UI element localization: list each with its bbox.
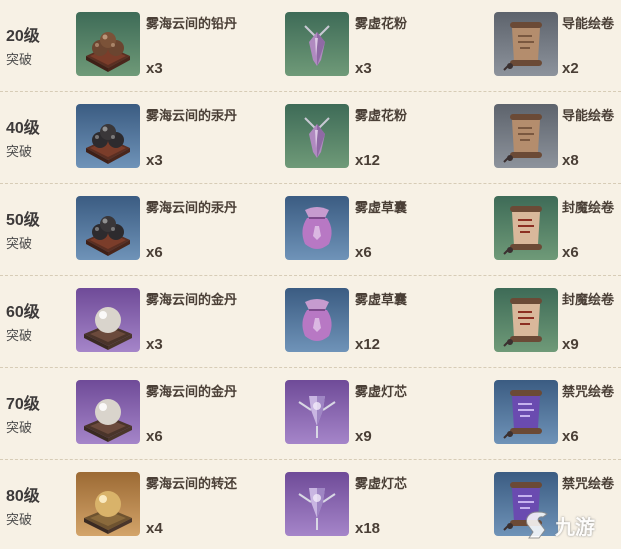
material-name: 雾虚草囊	[355, 292, 408, 307]
material-name: 导能绘卷	[562, 108, 615, 123]
material-name: 雾海云间的金丹	[146, 292, 238, 307]
material-item[interactable]: 雾海云间的金丹 x6	[76, 380, 276, 448]
gold-pill-icon	[76, 380, 140, 444]
material-count: x3	[146, 60, 163, 77]
level-cell: 60级 突破	[6, 304, 70, 344]
ascend-label: 突破	[6, 328, 33, 343]
material-item[interactable]: 雾虚草囊 x6	[285, 196, 485, 264]
ascend-label: 突破	[6, 52, 33, 67]
material-item[interactable]: 雾海云间的汞丹 x6	[76, 196, 276, 264]
material-item[interactable]: 雾海云间的转还 x4	[76, 472, 276, 540]
material-item[interactable]: 雾虚花粉 x12	[285, 104, 485, 172]
level-cell: 80级 突破	[6, 488, 70, 528]
watermark: 九游	[523, 507, 615, 543]
material-item[interactable]: 禁咒绘卷 x6	[494, 380, 621, 448]
ascension-table: 20级 突破 雾海云间的铅丹 x3 雾虚花粉 x3 导能绘卷 x2 40级 突破…	[0, 0, 621, 549]
ascend-label: 突破	[6, 144, 33, 159]
material-count: x6	[146, 428, 163, 445]
ascension-row: 70级 突破 雾海云间的金丹 x6 雾虚灯芯 x9 禁咒绘卷 x6	[0, 368, 621, 460]
material-name: 雾海云间的汞丹	[146, 108, 238, 123]
material-count: x6	[146, 244, 163, 261]
mist-wick-icon	[285, 472, 349, 536]
material-name: 导能绘卷	[562, 16, 615, 31]
material-count: x3	[146, 152, 163, 169]
ascension-row: 20级 突破 雾海云间的铅丹 x3 雾虚花粉 x3 导能绘卷 x2	[0, 0, 621, 92]
mercury-pill-icon	[76, 104, 140, 168]
material-name: 雾海云间的金丹	[146, 384, 238, 399]
material-count: x6	[562, 244, 579, 261]
material-item[interactable]: 导能绘卷 x8	[494, 104, 621, 172]
material-count: x9	[355, 428, 372, 445]
material-count: x12	[355, 152, 381, 169]
level-label: 40级	[6, 120, 40, 137]
jiuyou-logo-icon	[526, 511, 548, 539]
material-count: x9	[562, 336, 579, 353]
material-count: x3	[146, 336, 163, 353]
material-item[interactable]: 雾虚花粉 x3	[285, 12, 485, 80]
mist-wick-icon	[285, 380, 349, 444]
lead-pill-icon	[76, 12, 140, 76]
mist-pouch-icon	[285, 288, 349, 352]
mist-pollen-icon	[285, 104, 349, 168]
material-item[interactable]: 雾海云间的铅丹 x3	[76, 12, 276, 80]
material-name: 封魔绘卷	[562, 200, 615, 215]
material-name: 封魔绘卷	[562, 292, 615, 307]
material-item[interactable]: 雾虚灯芯 x9	[285, 380, 485, 448]
ascension-row: 60级 突破 雾海云间的金丹 x3 雾虚草囊 x12 封魔绘卷 x9	[0, 276, 621, 368]
mist-pouch-icon	[285, 196, 349, 260]
material-item[interactable]: 封魔绘卷 x9	[494, 288, 621, 356]
guide-scroll-icon	[494, 12, 558, 76]
mist-pollen-icon	[285, 12, 349, 76]
material-count: x6	[562, 428, 579, 445]
level-label: 80级	[6, 488, 40, 505]
material-count: x3	[355, 60, 372, 77]
material-name: 雾虚花粉	[355, 16, 408, 31]
material-count: x12	[355, 336, 381, 353]
material-name: 雾海云间的铅丹	[146, 16, 238, 31]
level-cell: 20级 突破	[6, 28, 70, 68]
level-label: 60级	[6, 304, 40, 321]
gold-pill-icon	[76, 288, 140, 352]
level-label: 50级	[6, 212, 40, 229]
material-item[interactable]: 雾海云间的金丹 x3	[76, 288, 276, 356]
material-count: x2	[562, 60, 579, 77]
material-name: 雾虚花粉	[355, 108, 408, 123]
material-item[interactable]: 雾海云间的汞丹 x3	[76, 104, 276, 172]
level-label: 20级	[6, 28, 40, 45]
material-name: 禁咒绘卷	[562, 476, 615, 491]
material-name: 雾海云间的转还	[146, 476, 238, 491]
watermark-text: 九游	[555, 516, 595, 539]
level-cell: 40级 突破	[6, 120, 70, 160]
returning-pill-icon	[76, 472, 140, 536]
material-item[interactable]: 封魔绘卷 x6	[494, 196, 621, 264]
material-item[interactable]: 雾虚草囊 x12	[285, 288, 485, 356]
material-count: x4	[146, 520, 163, 537]
material-name: 雾虚灯芯	[355, 384, 408, 399]
material-count: x8	[562, 152, 579, 169]
level-cell: 70级 突破	[6, 396, 70, 436]
ascend-label: 突破	[6, 420, 33, 435]
material-count: x6	[355, 244, 372, 261]
guide-scroll-icon	[494, 104, 558, 168]
material-name: 雾虚草囊	[355, 200, 408, 215]
level-cell: 50级 突破	[6, 212, 70, 252]
level-label: 70级	[6, 396, 40, 413]
mercury-pill-icon	[76, 196, 140, 260]
material-name: 雾虚灯芯	[355, 476, 408, 491]
material-name: 雾海云间的汞丹	[146, 200, 238, 215]
sealing-scroll-icon	[494, 196, 558, 260]
ascension-row: 50级 突破 雾海云间的汞丹 x6 雾虚草囊 x6 封魔绘卷 x6	[0, 184, 621, 276]
material-name: 禁咒绘卷	[562, 384, 615, 399]
material-item[interactable]: 导能绘卷 x2	[494, 12, 621, 80]
material-count: x18	[355, 520, 381, 537]
sealing-scroll-icon	[494, 288, 558, 352]
forbidden-scroll-icon	[494, 380, 558, 444]
ascend-label: 突破	[6, 512, 33, 527]
material-item[interactable]: 雾虚灯芯 x18	[285, 472, 485, 540]
ascension-row: 40级 突破 雾海云间的汞丹 x3 雾虚花粉 x12 导能绘卷 x8	[0, 92, 621, 184]
ascend-label: 突破	[6, 236, 33, 251]
